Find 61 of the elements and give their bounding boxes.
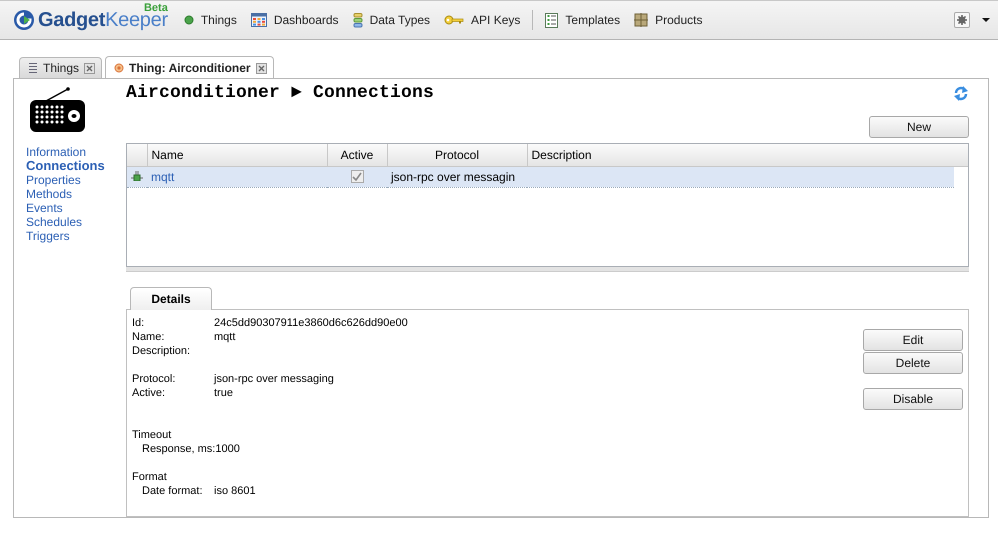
field-value: iso 8601 [214, 484, 256, 498]
field-value: 24c5dd90307911e3860d6c626dd90e00 [214, 316, 408, 330]
column-header[interactable]: Active [327, 144, 387, 166]
plug-icon [131, 171, 143, 181]
field-value: mqtt [214, 330, 236, 344]
nav-link[interactable]: API Keys [471, 13, 520, 27]
column-header[interactable]: Name [147, 144, 327, 166]
action-button[interactable]: Edit [863, 329, 963, 351]
sidebar-link[interactable]: Information [26, 145, 126, 159]
sidebar-link[interactable]: Schedules [26, 215, 126, 229]
key-icon [444, 15, 464, 25]
list-icon [28, 62, 38, 74]
checklist-icon [545, 12, 558, 28]
field-label: Id: [132, 316, 146, 330]
close-icon[interactable] [84, 62, 96, 74]
refresh-icon[interactable] [953, 84, 969, 102]
field-label: Name: [132, 330, 166, 344]
field-label: Date format: [141, 484, 204, 498]
sidebar-link[interactable]: Events [26, 201, 126, 215]
grid-box-icon [634, 13, 648, 27]
column-header[interactable]: Protocol [387, 144, 527, 166]
dot-icon [184, 15, 194, 25]
logo-icon [13, 9, 35, 31]
sidebar-link[interactable]: Methods [26, 187, 126, 201]
section-title: Timeout [132, 428, 172, 442]
page-title: Airconditioner ► Connections [126, 83, 434, 103]
table-cell[interactable]: mqtt [147, 166, 327, 188]
section-title: Format [132, 470, 168, 484]
field-value: true [214, 386, 233, 400]
field-label: Response, ms: [141, 442, 216, 456]
gear-icon [957, 15, 967, 25]
tab[interactable]: Things [19, 57, 102, 78]
field-label: Description: [132, 344, 192, 358]
beta-label: Beta [144, 2, 168, 14]
header-corner [953, 144, 968, 167]
sidebar-link[interactable]: Properties [26, 173, 126, 187]
details-tab[interactable]: Details [130, 287, 212, 310]
sidebar-link[interactable]: Connections [26, 159, 126, 173]
caret-icon[interactable] [982, 18, 990, 22]
sidebar-link[interactable]: Triggers [26, 229, 126, 243]
column-header[interactable]: Description [527, 144, 954, 166]
new-button[interactable]: New [869, 116, 969, 138]
nav-link[interactable]: Things [200, 13, 237, 27]
settings-button[interactable] [954, 12, 970, 28]
action-button[interactable]: Delete [863, 352, 963, 374]
radio-icon [28, 87, 86, 133]
action-button[interactable]: Disable [863, 388, 963, 410]
table-cell: json-rpc over messagin [387, 166, 527, 188]
nav-link[interactable]: Products [655, 13, 702, 27]
nav-link[interactable]: Templates [565, 13, 620, 27]
field-value: json-rpc over messaging [214, 372, 334, 386]
field-label: Active: [132, 386, 166, 400]
field-value: 1000 [215, 442, 240, 456]
dashboard-icon [250, 13, 267, 27]
tab[interactable]: Thing: Airconditioner [105, 56, 274, 79]
dot-icon [114, 63, 124, 73]
stack-icon [352, 12, 363, 28]
nav-link[interactable]: Dashboards [274, 13, 339, 27]
nav-link[interactable]: Data Types [370, 13, 430, 27]
field-label: Protocol: [132, 372, 176, 386]
close-icon[interactable] [256, 62, 267, 74]
